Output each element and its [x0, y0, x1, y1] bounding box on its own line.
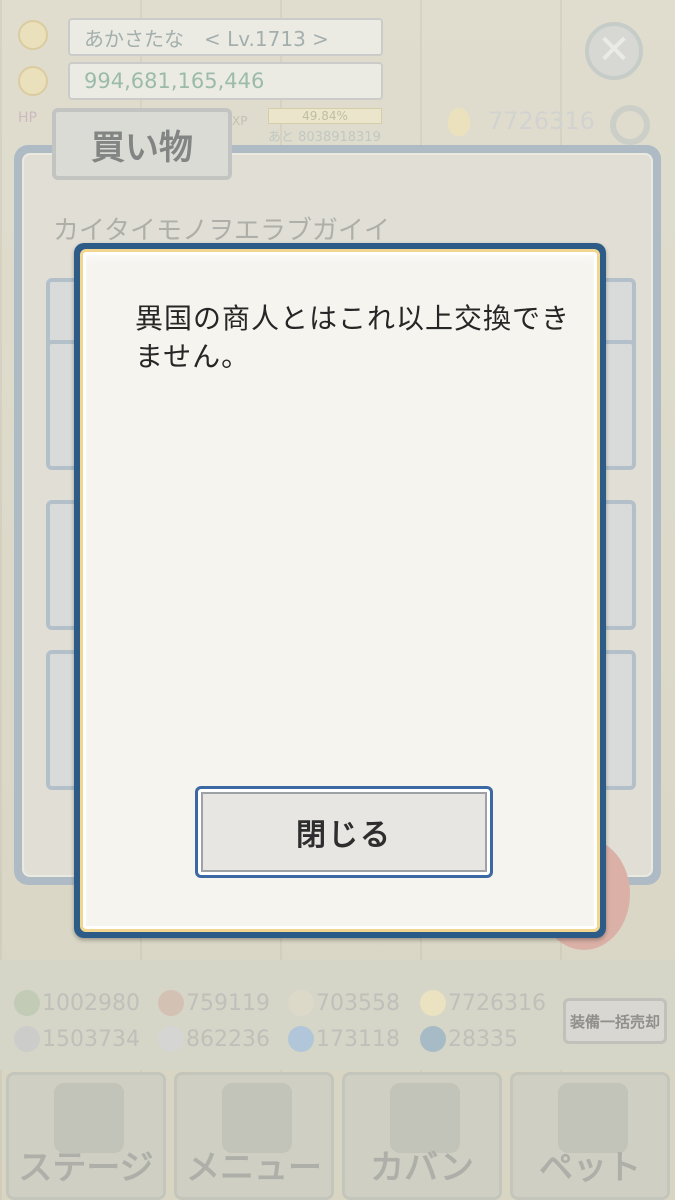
- close-button[interactable]: 閉じる: [195, 786, 493, 878]
- dialog-body: 異国の商人とはこれ以上交換できません。 閉じる: [80, 249, 600, 932]
- message-dialog: 異国の商人とはこれ以上交換できません。 閉じる: [74, 243, 606, 938]
- dialog-message: 異国の商人とはこれ以上交換できません。: [135, 302, 571, 373]
